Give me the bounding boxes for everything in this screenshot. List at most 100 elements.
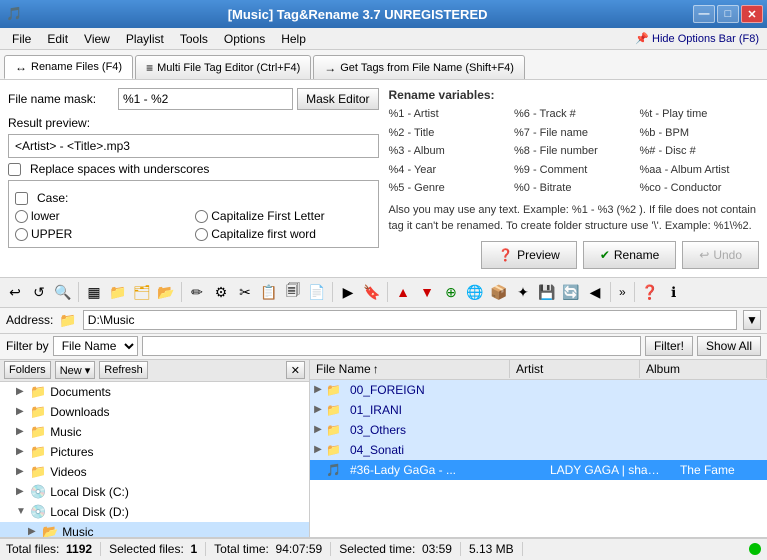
tree-item-music-d[interactable]: ▶ 📂 Music (0, 522, 309, 537)
case-capitalize-first-letter-radio[interactable] (195, 210, 208, 223)
toolbar-search-btn[interactable]: 🔍 (52, 281, 74, 303)
folder-icon: 📁 (326, 443, 341, 457)
rename-vars-grid: %1 - Artist%6 - Track #%t - Play time %2… (389, 106, 760, 198)
file-row[interactable]: ▶ 📁 00_FOREIGN (310, 380, 767, 400)
case-capitalize-first-word-radio[interactable] (195, 228, 208, 241)
show-all-button[interactable]: Show All (697, 336, 761, 356)
menu-view[interactable]: View (76, 30, 118, 48)
file-size: 5.13 MB (461, 542, 523, 556)
case-checkbox[interactable] (15, 192, 28, 205)
close-button[interactable]: ✕ (741, 5, 763, 23)
file-row[interactable]: ▶ 📁 03_Others (310, 420, 767, 440)
toolbar-refresh-btn[interactable]: ↺ (28, 281, 50, 303)
toolbar-pkg-btn[interactable]: 📦 (488, 281, 510, 303)
tree-label: Music (50, 425, 81, 439)
filter-type-select[interactable]: File Name Artist Album Title (53, 336, 138, 356)
mask-input[interactable] (118, 88, 293, 110)
col-header-artist[interactable]: Artist (510, 360, 640, 378)
toolbar-new-btn[interactable]: 📄 (306, 281, 328, 303)
menu-playlist[interactable]: Playlist (118, 30, 172, 48)
toolbar-save-btn[interactable]: 💾 (536, 281, 558, 303)
tree-arrow: ▶ (16, 426, 30, 437)
menu-file[interactable]: File (4, 30, 39, 48)
selected-time-label: Selected time: 03:59 (331, 542, 461, 556)
address-input[interactable] (83, 310, 737, 330)
toolbar-play-btn[interactable]: ▶ (337, 281, 359, 303)
address-dropdown-btn[interactable]: ▼ (743, 310, 761, 330)
filter-button[interactable]: Filter! (645, 336, 693, 356)
tree-item-music[interactable]: ▶ 📁 Music (0, 422, 309, 442)
file-name: 03_Others (344, 421, 544, 439)
toolbar-sync-btn[interactable]: 🔄 (560, 281, 582, 303)
tree-label: Local Disk (C:) (50, 485, 129, 499)
tree-item-documents[interactable]: ▶ 📁 Documents (0, 382, 309, 402)
col-header-filename[interactable]: File Name ↑ (310, 360, 510, 378)
rename-button[interactable]: ✔ Rename (583, 241, 676, 269)
file-list-header: File Name ↑ Artist Album (310, 360, 767, 380)
undo-button[interactable]: ↩ Undo (682, 241, 759, 269)
minimize-button[interactable]: — (693, 5, 715, 23)
toolbar-info-btn[interactable]: ℹ (663, 281, 685, 303)
menu-help[interactable]: Help (273, 30, 314, 48)
toolbar-add-btn[interactable]: ⊕ (440, 281, 462, 303)
toolbar-edit-btn[interactable]: ✏ (186, 281, 208, 303)
close-tree-btn[interactable]: ✕ (286, 361, 305, 379)
tab-multi-tag-editor[interactable]: ≡ Multi File Tag Editor (Ctrl+F4) (135, 55, 311, 79)
toolbar-copy-btn[interactable]: 📋 (258, 281, 280, 303)
toolbar-star-btn[interactable]: ✦ (512, 281, 534, 303)
toolbar-help-btn[interactable]: ❓ (639, 281, 661, 303)
maximize-button[interactable]: □ (717, 5, 739, 23)
titlebar-icon-area: 🎵 (0, 6, 22, 22)
toolbar-globe-btn[interactable]: 🌐 (464, 281, 486, 303)
toolbar-prev-btn[interactable]: ◀ (584, 281, 606, 303)
tree-item-local-d[interactable]: ▼ 💿 Local Disk (D:) (0, 502, 309, 522)
new-btn[interactable]: New ▾ (55, 361, 96, 379)
tree-item-pictures[interactable]: ▶ 📁 Pictures (0, 442, 309, 462)
toolbar-settings-btn[interactable]: ⚙ (210, 281, 232, 303)
toolbar-tag-btn[interactable]: 🔖 (361, 281, 383, 303)
toolbar-up-btn[interactable]: ▲ (392, 281, 414, 303)
replace-spaces-checkbox[interactable] (8, 163, 21, 176)
case-lower-radio[interactable] (15, 210, 28, 223)
toolbar-more-btn[interactable]: » (615, 285, 630, 299)
case-upper-radio[interactable] (15, 228, 28, 241)
col-header-album[interactable]: Album (640, 360, 767, 378)
tree-item-local-c[interactable]: ▶ 💿 Local Disk (C:) (0, 482, 309, 502)
toolbar-paste-btn[interactable]: 🗐 (282, 281, 304, 303)
toolbar-separator-3 (332, 282, 333, 302)
file-row[interactable]: 🎵 #36-Lady GaGa - ... LADY GAGA | shawty… (310, 460, 767, 480)
toolbar-folder-btn[interactable]: 📁 (107, 281, 129, 303)
menu-tools[interactable]: Tools (172, 30, 216, 48)
hide-options-bar-button[interactable]: 📌 Hide Options Bar (F8) (635, 32, 763, 45)
folders-btn[interactable]: Folders (4, 361, 51, 379)
preview-button[interactable]: ❓ Preview (481, 241, 577, 269)
file-artist (544, 408, 674, 412)
toolbar-open-btn[interactable]: 📂 (155, 281, 177, 303)
refresh-btn[interactable]: Refresh (99, 361, 148, 379)
file-row[interactable]: ▶ 📁 01_IRANI (310, 400, 767, 420)
menu-edit[interactable]: Edit (39, 30, 76, 48)
tree-scroll[interactable]: ▶ 📁 Documents ▶ 📁 Downloads ▶ 📁 Music ▶ … (0, 382, 309, 537)
tree-item-videos[interactable]: ▶ 📁 Videos (0, 462, 309, 482)
toolbar-down-btn[interactable]: ▼ (416, 281, 438, 303)
folder-icon: 📁 (30, 444, 46, 460)
drive-icon: 💿 (30, 484, 46, 500)
toolbar-cut-btn[interactable]: ✂ (234, 281, 256, 303)
menu-options[interactable]: Options (216, 30, 273, 48)
toolbar-grid-btn[interactable]: ▦ (83, 281, 105, 303)
filter-text-input[interactable] (142, 336, 641, 356)
toolbar-folder2-btn[interactable]: 🗂 (131, 281, 153, 303)
rename-vars-note: Also you may use any text. Example: %1 -… (389, 202, 760, 235)
mask-editor-button[interactable]: Mask Editor (297, 88, 378, 110)
tab-get-tags[interactable]: → Get Tags from File Name (Shift+F4) (313, 55, 525, 79)
tree-label: Videos (50, 465, 86, 479)
file-row[interactable]: ▶ 📁 04_Sonati (310, 440, 767, 460)
tab-rename-files[interactable]: ↔ Rename Files (F4) (4, 55, 133, 79)
file-artist (544, 428, 674, 432)
tree-arrow: ▶ (16, 386, 30, 397)
folder-icon: 📁 (326, 383, 341, 397)
tree-item-downloads[interactable]: ▶ 📁 Downloads (0, 402, 309, 422)
case-section: Case: lower Capitalize First Letter UPPE… (8, 180, 379, 248)
toolbar-back-btn[interactable]: ↩ (4, 281, 26, 303)
expand-icon: ▶ (310, 384, 326, 395)
